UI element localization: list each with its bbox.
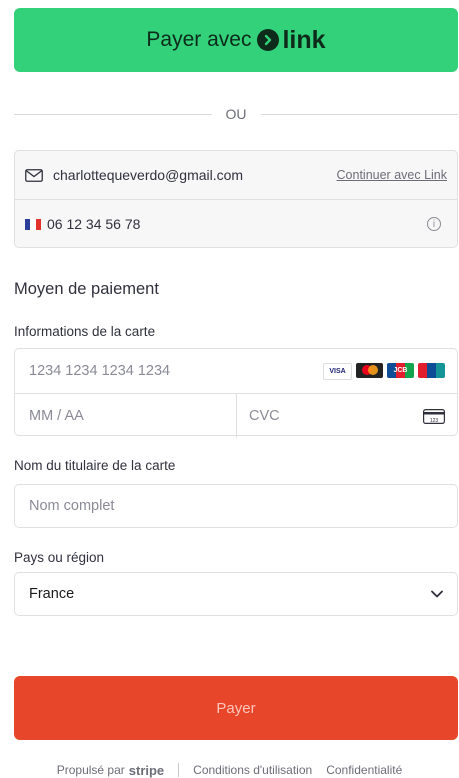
powered-by-text: Propulsé par xyxy=(56,763,125,777)
stripe-logo[interactable]: stripe xyxy=(129,763,164,778)
link-brand-text: link xyxy=(282,25,326,54)
jcb-icon: JCB xyxy=(387,362,414,378)
pay-button[interactable]: Payer xyxy=(14,676,458,740)
visa-icon: VISA xyxy=(323,362,352,380)
phone-value: 06 12 34 56 78 xyxy=(47,216,141,232)
payment-method-title: Moyen de paiement xyxy=(14,280,159,298)
link-arrow-icon xyxy=(257,29,280,51)
country-select[interactable]: France xyxy=(14,572,458,616)
continue-with-link[interactable]: Continuer avec Link xyxy=(337,168,447,182)
or-text: OU xyxy=(225,106,247,122)
footer-separator xyxy=(178,763,180,777)
mastercard-icon xyxy=(356,362,383,378)
link-contact-box: charlottequeverdo@gmail.com Continuer av… xyxy=(14,150,458,248)
footer: Propulsé par stripe Conditions d'utilisa… xyxy=(0,762,459,778)
card-info-label: Informations de la carte xyxy=(14,324,156,339)
email-value: charlottequeverdo@gmail.com xyxy=(53,167,244,183)
email-row: charlottequeverdo@gmail.com Continuer av… xyxy=(15,151,457,199)
cvc-card-icon: 123 xyxy=(423,408,445,424)
unionpay-icon xyxy=(418,362,445,378)
divider-line-left xyxy=(14,113,212,115)
cvc-input[interactable]: CVC 123 xyxy=(237,394,457,438)
divider-line-right xyxy=(260,113,458,115)
terms-link[interactable]: Conditions d'utilisation xyxy=(193,763,312,777)
france-flag-icon xyxy=(25,218,41,230)
mail-icon xyxy=(25,168,43,182)
country-value: France xyxy=(29,586,75,602)
card-number-input[interactable]: 1234 1234 1234 1234 xyxy=(15,363,323,379)
pay-with-link-button[interactable]: Payer avec link xyxy=(14,8,458,72)
country-label: Pays ou région xyxy=(14,550,105,565)
card-brands: VISA JCB xyxy=(323,362,445,380)
expiry-input[interactable]: MM / AA xyxy=(15,394,237,438)
cardholder-label: Nom du titulaire de la carte xyxy=(14,458,176,473)
cvc-icon-digits: 123 xyxy=(430,418,439,424)
cardholder-placeholder: Nom complet xyxy=(29,498,115,514)
pay-with-label: Payer avec xyxy=(146,28,252,51)
phone-row[interactable]: 06 12 34 56 78 i xyxy=(15,199,457,248)
chevron-down-icon xyxy=(431,590,443,598)
or-divider: OU xyxy=(14,104,458,124)
cvc-placeholder: CVC xyxy=(249,408,280,424)
info-icon[interactable]: i xyxy=(427,217,441,231)
privacy-link[interactable]: Confidentialité xyxy=(326,763,402,777)
cardholder-input[interactable]: Nom complet xyxy=(14,484,458,528)
link-logo: link xyxy=(257,25,326,55)
card-input-group: 1234 1234 1234 1234 VISA JCB MM / AA CVC… xyxy=(14,348,458,438)
